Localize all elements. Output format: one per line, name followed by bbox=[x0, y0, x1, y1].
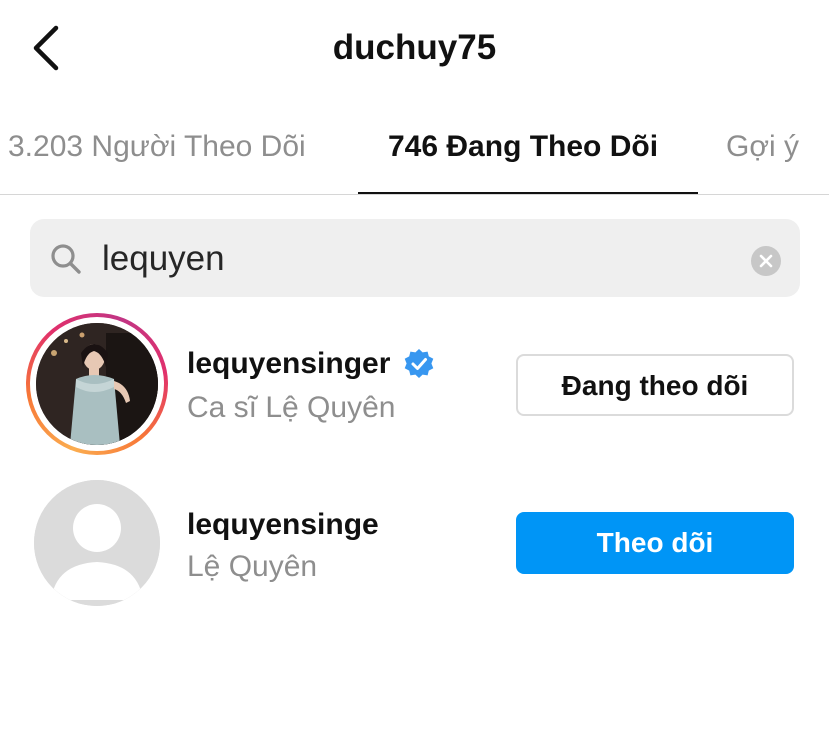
avatar-ring-gap bbox=[30, 317, 164, 451]
tab-followers[interactable]: 3.203 Người Theo Dõi bbox=[8, 130, 306, 164]
tab-following[interactable]: 746 Đang Theo Dõi bbox=[388, 130, 658, 164]
user-row[interactable]: lequyensinge Lệ Quyên Theo dõi bbox=[0, 472, 829, 612]
user-row[interactable]: lequyensinger Ca sĩ Lệ Quyên Đang theo d… bbox=[0, 313, 829, 455]
search-bar bbox=[30, 219, 800, 297]
following-button[interactable]: Đang theo dõi bbox=[516, 354, 794, 416]
avatar bbox=[34, 480, 160, 606]
active-tab-indicator bbox=[358, 192, 698, 194]
avatar-photo-art bbox=[36, 323, 158, 445]
header: duchuy75 bbox=[0, 0, 829, 100]
clear-search-button[interactable] bbox=[751, 246, 781, 276]
story-ring[interactable] bbox=[26, 313, 168, 455]
page-title: duchuy75 bbox=[332, 28, 497, 67]
clear-icon bbox=[759, 254, 773, 268]
username[interactable]: lequyensinger bbox=[187, 347, 390, 381]
avatar bbox=[36, 323, 158, 445]
tab-bar: 3.203 Người Theo Dõi 746 Đang Theo Dõi G… bbox=[0, 100, 829, 195]
username[interactable]: lequyensinge bbox=[187, 508, 379, 542]
search-icon bbox=[51, 244, 81, 274]
default-avatar-icon bbox=[34, 480, 160, 606]
tab-suggestions[interactable]: Gợi ý bbox=[726, 130, 799, 164]
full-name: Lệ Quyên bbox=[187, 550, 318, 583]
search-input[interactable] bbox=[100, 229, 724, 289]
full-name: Ca sĩ Lệ Quyên bbox=[187, 391, 396, 424]
verified-badge-icon bbox=[404, 349, 434, 378]
follow-button[interactable]: Theo dõi bbox=[516, 512, 794, 574]
